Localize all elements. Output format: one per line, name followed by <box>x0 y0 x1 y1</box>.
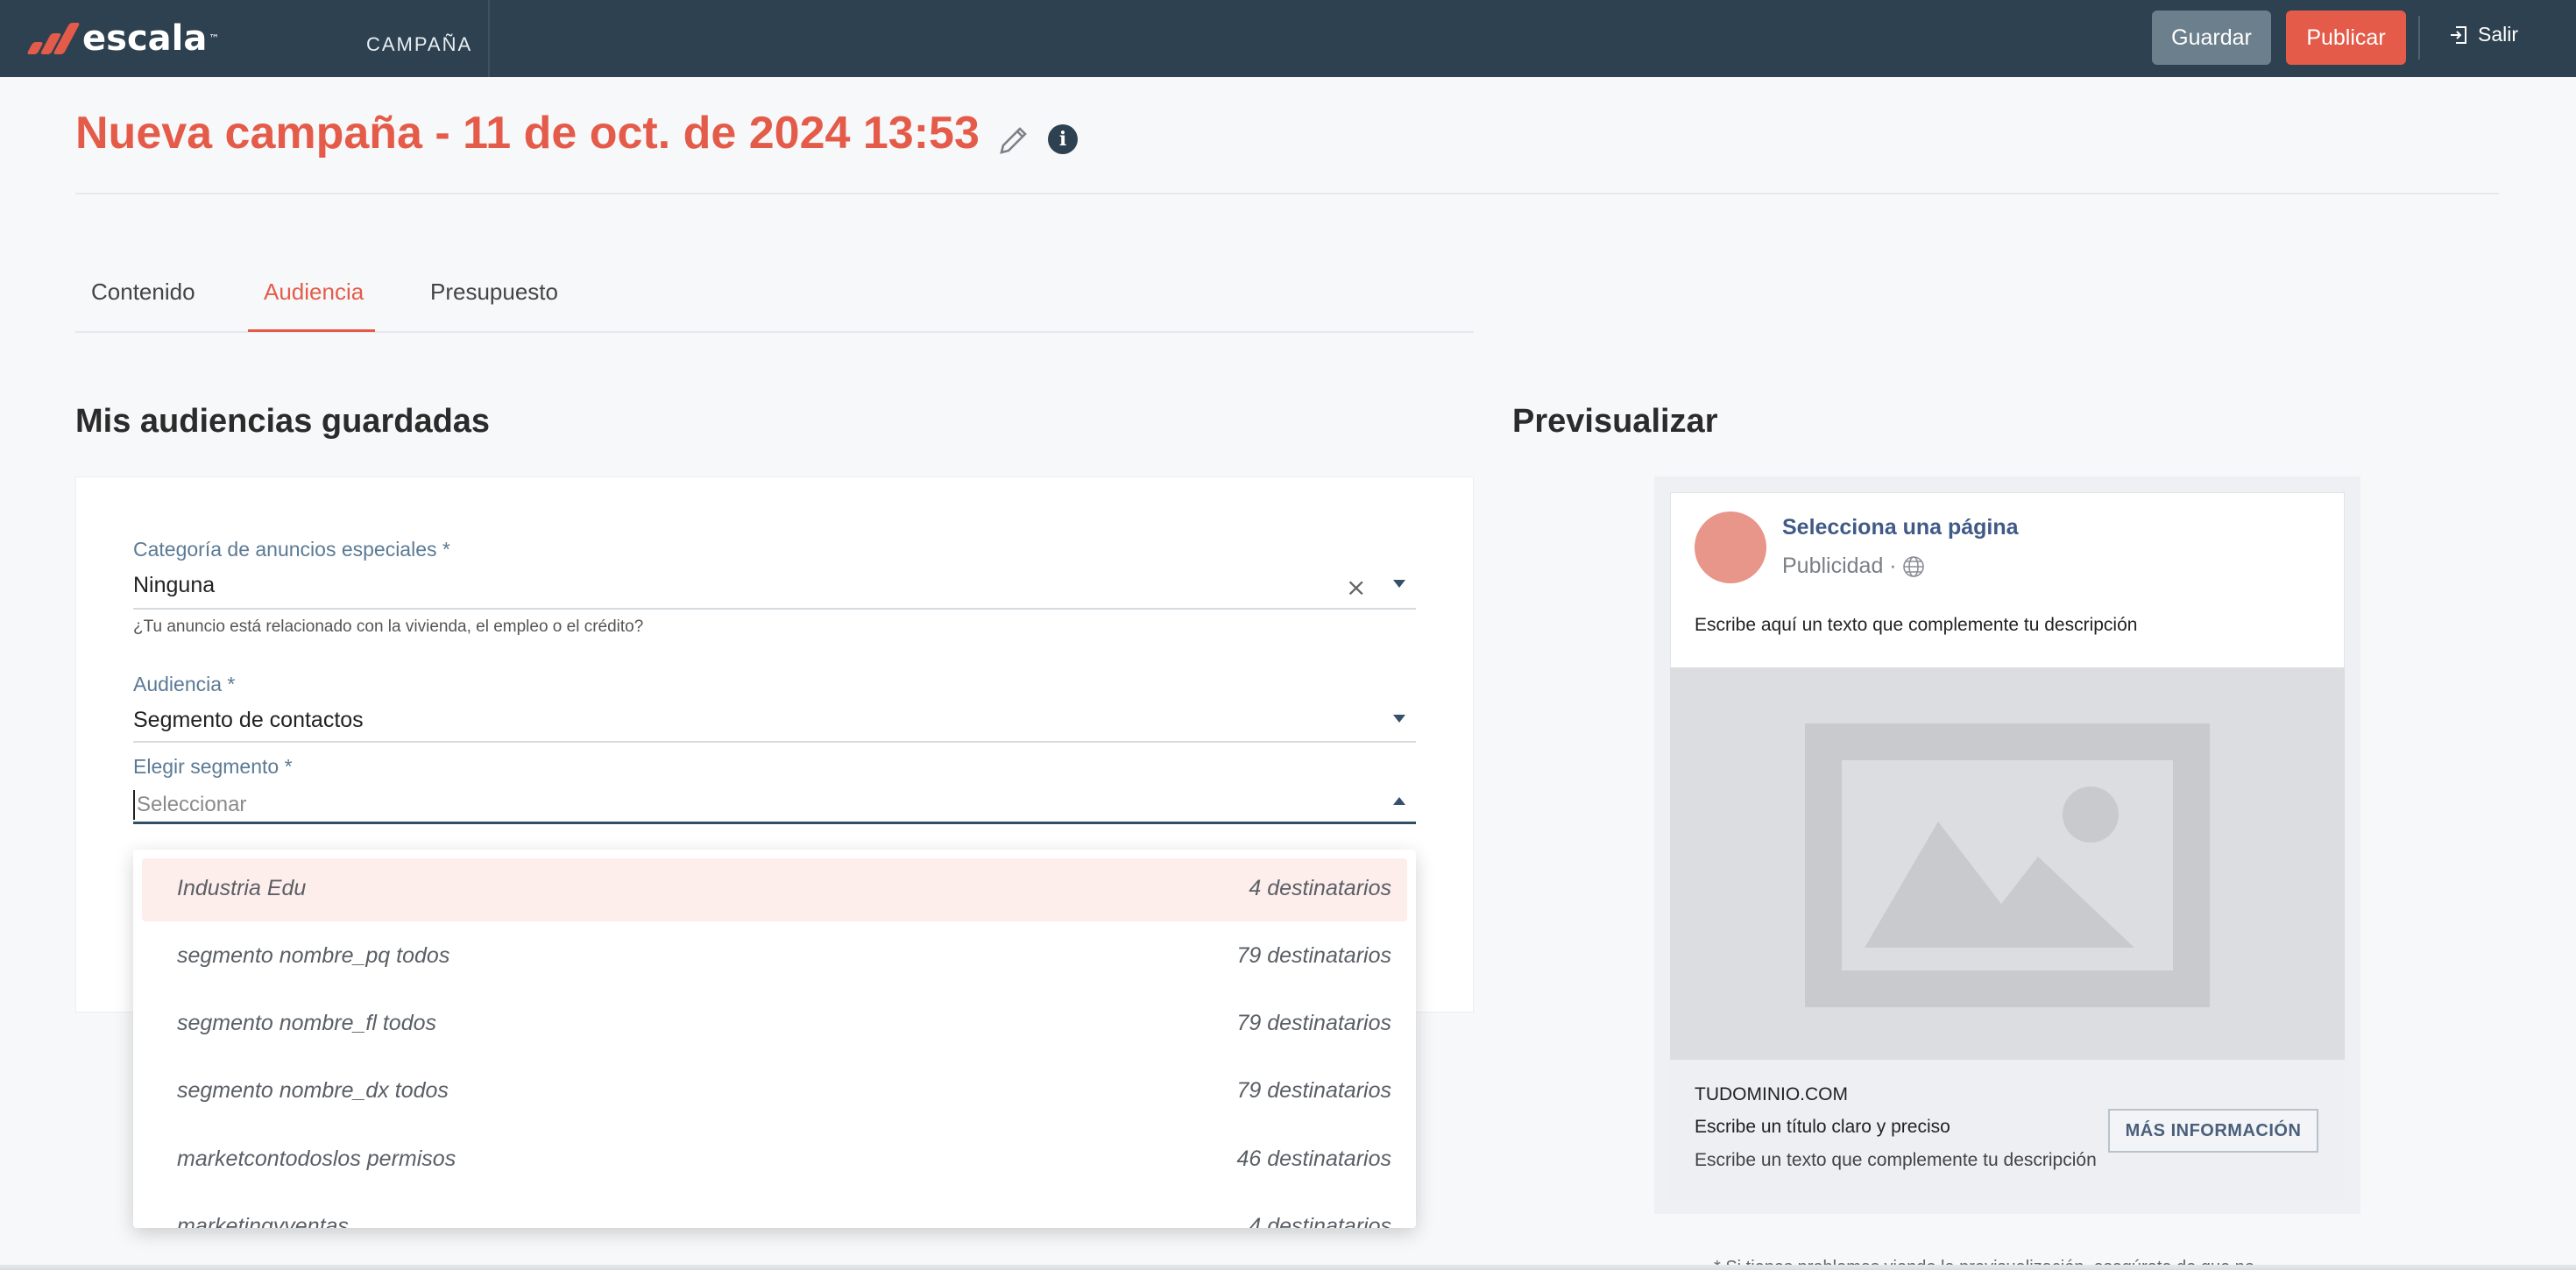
category-underline <box>133 608 1416 610</box>
audience-underline <box>133 741 1416 743</box>
segment-name: marketingyventas <box>177 1214 349 1228</box>
list-item[interactable]: segmento nombre_pq todos 79 destinatario… <box>142 926 1407 989</box>
title-divider <box>75 193 2499 194</box>
top-bar: escala ™ CAMPAÑA Guardar Publicar Salir <box>0 0 2576 77</box>
category-select[interactable]: Ninguna <box>133 573 215 598</box>
image-placeholder <box>1670 667 2345 1060</box>
trademark-icon: ™ <box>209 32 220 45</box>
list-item[interactable]: segmento nombre_dx todos 79 destinatario… <box>142 1061 1407 1124</box>
clear-icon[interactable]: × <box>1346 573 1366 602</box>
list-item[interactable]: marketcontodoslos permisos 46 destinatar… <box>142 1129 1407 1192</box>
preview-body: Escribe un texto que complemente tu desc… <box>1695 1150 2097 1170</box>
globe-icon <box>1902 555 1924 577</box>
avatar <box>1695 512 1766 583</box>
sponsored-label: Publicidad · <box>1782 554 1897 578</box>
pencil-icon[interactable] <box>996 123 1031 158</box>
active-tab-indicator <box>248 329 375 332</box>
segment-dropdown: Industria Edu 4 destinatarios segmento n… <box>133 850 1416 1228</box>
chevron-up-icon[interactable] <box>1393 797 1405 805</box>
publish-button[interactable]: Publicar <box>2286 11 2406 65</box>
exit-icon <box>2451 25 2466 44</box>
segment-name: segmento nombre_dx todos <box>177 1078 449 1103</box>
audience-select[interactable]: Segmento de contactos <box>133 708 364 733</box>
category-label: Categoría de anuncios especiales * <box>133 538 450 561</box>
segment-count: 79 destinatarios <box>1236 943 1391 968</box>
exit-label: Salir <box>2478 23 2519 46</box>
brand-logo[interactable]: escala ™ <box>25 16 219 61</box>
page-title: Nueva campaña - 11 de oct. de 2024 13:53 <box>75 108 980 159</box>
tab-contenido[interactable]: Contenido <box>91 279 195 306</box>
segment-count: 46 destinatarios <box>1236 1147 1391 1171</box>
segment-name: segmento nombre_fl todos <box>177 1011 437 1035</box>
tab-bar: Contenido Audiencia Presupuesto <box>75 263 1474 333</box>
segment-count: 79 destinatarios <box>1236 1078 1391 1103</box>
list-item[interactable]: segmento nombre_fl todos 79 destinatario… <box>142 993 1407 1056</box>
segment-count: 79 destinatarios <box>1236 1011 1391 1035</box>
escala-logo-icon <box>25 19 81 58</box>
preview-description: Escribe aquí un texto que complemente tu… <box>1695 615 2138 635</box>
list-item[interactable]: Industria Edu 4 destinatarios <box>142 858 1407 921</box>
preview-headline: Escribe un título claro y preciso <box>1695 1117 1950 1137</box>
list-item[interactable]: marketingyventas 4 destinatarios <box>142 1196 1407 1228</box>
segment-count: 4 destinatarios <box>1249 876 1391 900</box>
segment-name: Industria Edu <box>177 876 307 900</box>
preview-sponsored: Publicidad · <box>1782 554 1925 579</box>
learn-more-button[interactable]: MÁS INFORMACIÓN <box>2108 1109 2318 1153</box>
segment-name: marketcontodoslos permisos <box>177 1147 456 1171</box>
chevron-down-icon[interactable] <box>1393 715 1405 723</box>
toolbar-divider <box>2418 16 2420 60</box>
segment-count: 4 destinatarios <box>1249 1214 1391 1228</box>
image-placeholder-icon <box>1805 723 2210 1007</box>
nav-divider <box>488 0 490 77</box>
preview-domain: TUDOMINIO.COM <box>1695 1084 1848 1104</box>
tab-presupuesto[interactable]: Presupuesto <box>430 279 558 306</box>
chevron-down-icon[interactable] <box>1393 580 1405 588</box>
nav-campaign[interactable]: CAMPAÑA <box>366 33 472 56</box>
segment-name: segmento nombre_pq todos <box>177 943 450 968</box>
audience-label: Audiencia * <box>133 673 236 695</box>
saved-audiences-title: Mis audiencias guardadas <box>75 403 491 440</box>
segment-label: Elegir segmento * <box>133 755 293 778</box>
bottom-edge <box>0 1265 2576 1270</box>
info-icon[interactable]: i <box>1048 124 1078 154</box>
segment-underline <box>133 822 1416 824</box>
tab-audiencia[interactable]: Audiencia <box>264 279 364 306</box>
preview-page-name[interactable]: Selecciona una página <box>1782 515 2019 540</box>
exit-button[interactable]: Salir <box>2448 23 2518 46</box>
brand-name: escala <box>82 18 208 59</box>
save-button[interactable]: Guardar <box>2152 11 2271 65</box>
segment-input[interactable] <box>133 790 1395 820</box>
category-help-text: ¿Tu anuncio está relacionado con la vivi… <box>133 617 644 636</box>
preview-title: Previsualizar <box>1512 403 1718 440</box>
